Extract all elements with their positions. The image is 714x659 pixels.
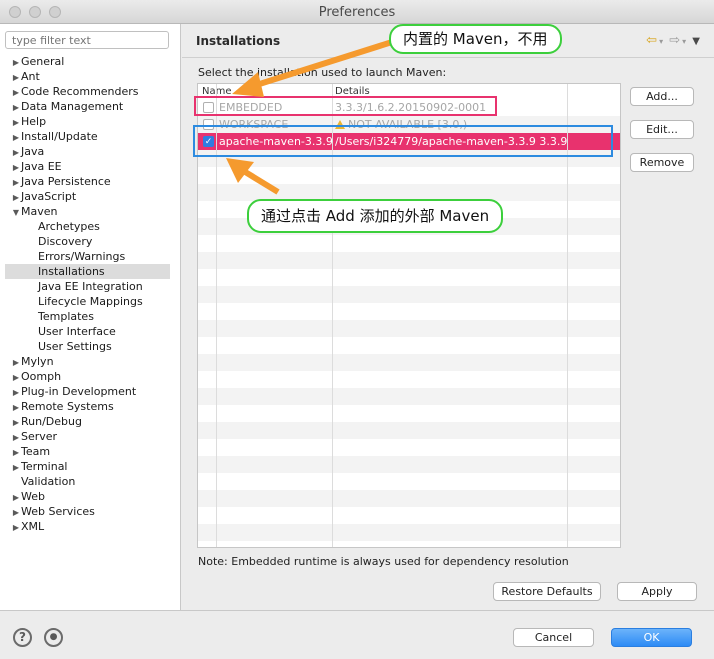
builtin-maven-callout: 内置的 Maven，不用 (389, 24, 562, 54)
top-arrow-shaft (249, 39, 393, 90)
top-arrow-head (232, 72, 264, 97)
external-maven-callout: 通过点击 Add 添加的外部 Maven (247, 199, 504, 233)
bottom-arrow-head (226, 158, 254, 183)
annotation-arrows (226, 39, 393, 195)
bottom-arrow-shaft (240, 167, 280, 195)
